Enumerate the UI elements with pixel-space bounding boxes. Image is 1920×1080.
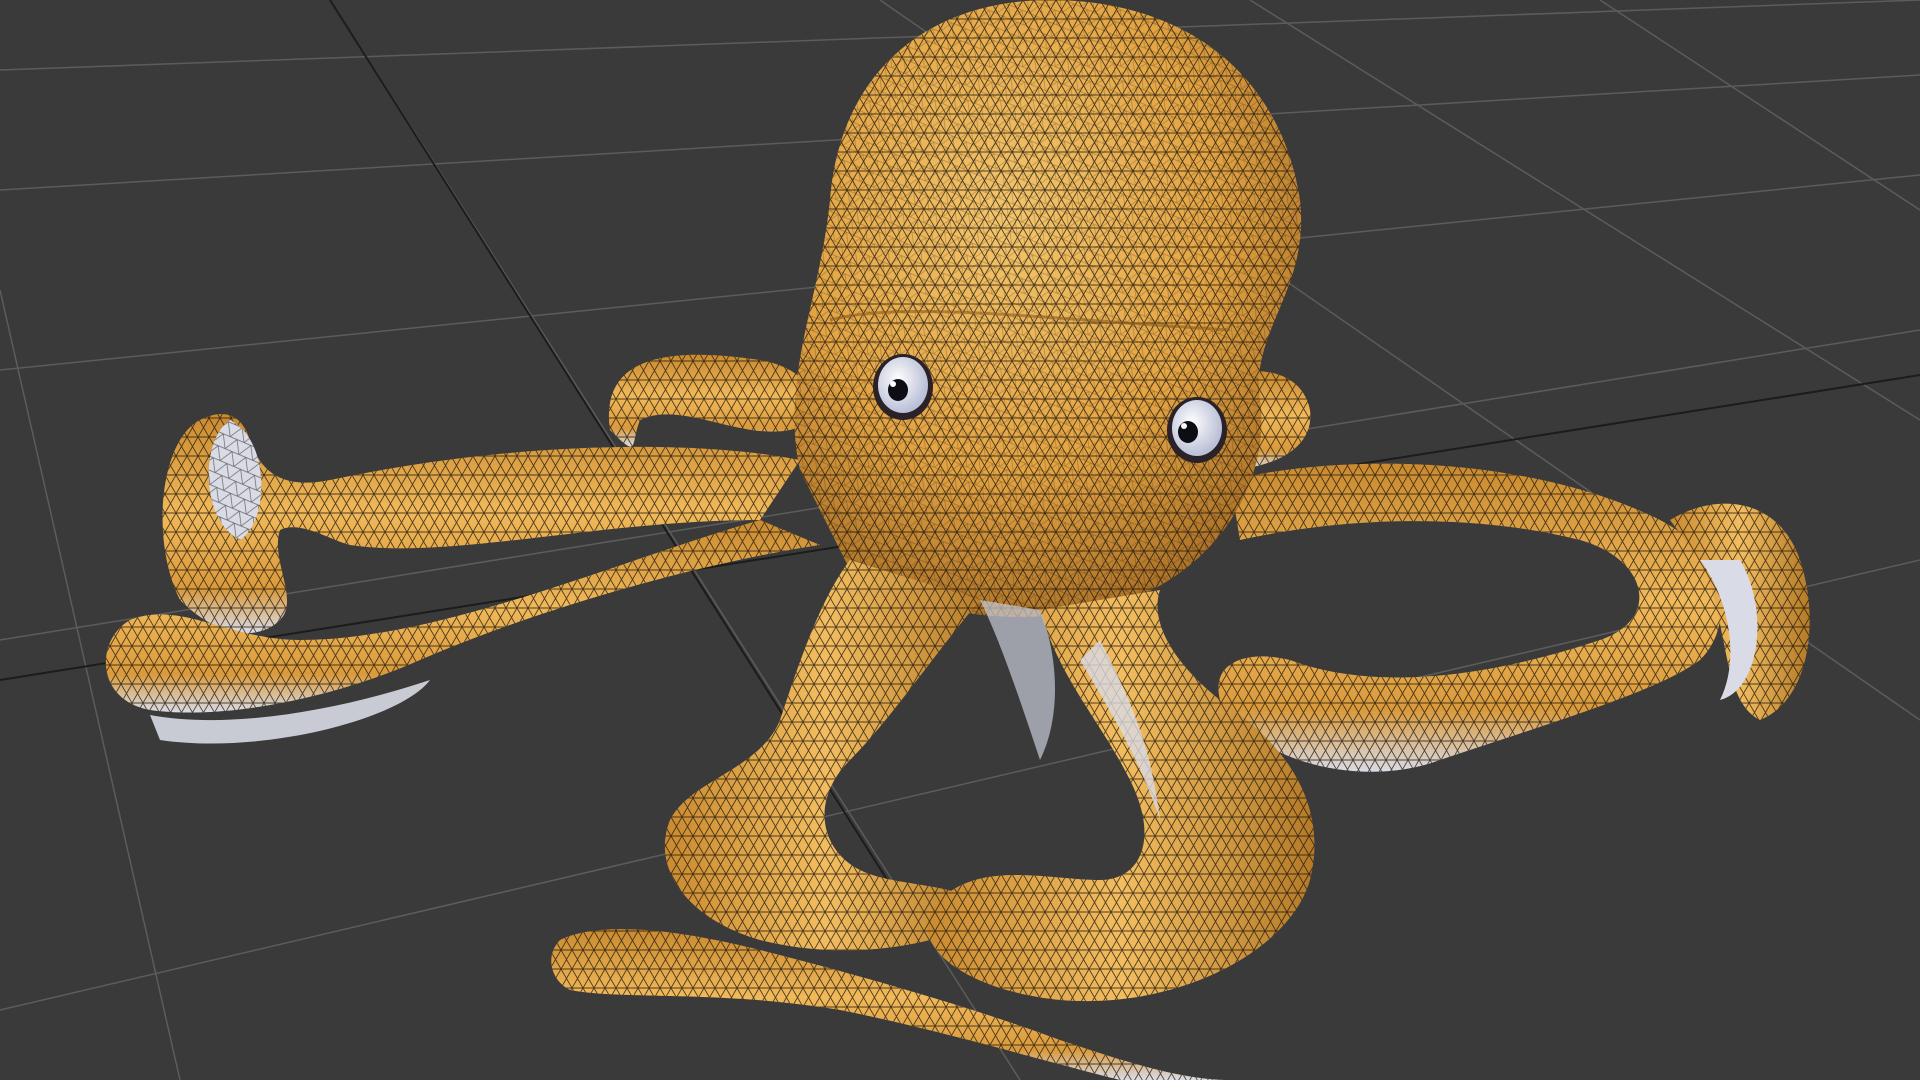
viewport-canvas[interactable]	[0, 0, 1920, 1080]
left-eye-icon	[873, 354, 933, 420]
right-eye-icon	[1167, 397, 1227, 463]
octopus-head[interactable]	[794, 0, 1302, 617]
3d-viewport[interactable]	[0, 0, 1920, 1080]
